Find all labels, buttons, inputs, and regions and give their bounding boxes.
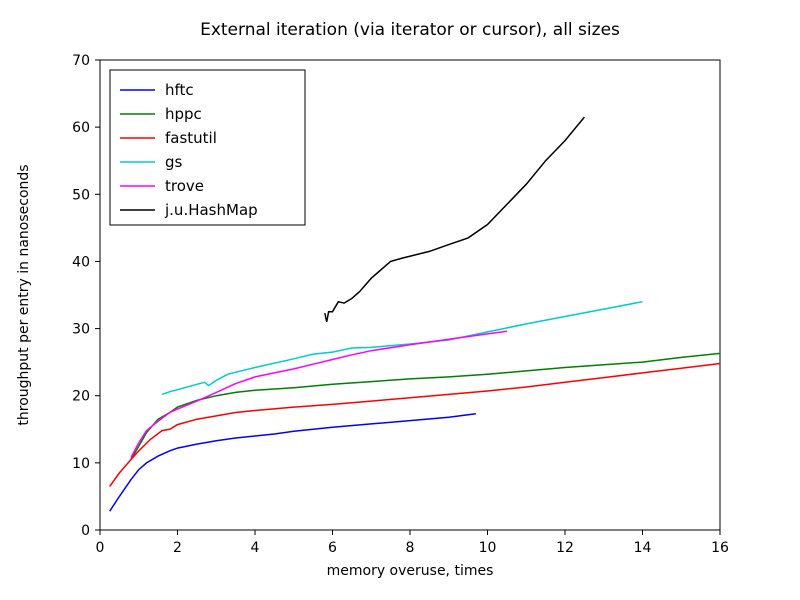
x-tick-label: 4 xyxy=(251,540,260,556)
y-tick-label: 0 xyxy=(81,523,90,539)
legend-label: j.u.HashMap xyxy=(164,201,258,219)
x-tick-label: 8 xyxy=(406,540,415,556)
legend-label: hftc xyxy=(165,81,194,99)
y-tick-label: 40 xyxy=(72,254,90,270)
legend-label: fastutil xyxy=(165,129,217,147)
x-tick-label: 2 xyxy=(173,540,182,556)
legend-label: hppc xyxy=(165,105,202,123)
x-tick-label: 14 xyxy=(634,540,652,556)
series-j-u-hashmap xyxy=(325,117,585,322)
x-tick-label: 0 xyxy=(96,540,105,556)
series-gs xyxy=(162,302,643,395)
legend-label: gs xyxy=(165,153,183,171)
series-fastutil xyxy=(110,364,720,487)
series-hppc xyxy=(131,353,720,459)
y-tick-label: 30 xyxy=(72,322,90,338)
y-axis-ticks: 0 10 20 30 40 50 60 70 xyxy=(72,53,100,539)
y-tick-label: 60 xyxy=(72,120,90,136)
line-chart: External iteration (via iterator or curs… xyxy=(0,0,800,600)
y-axis-label: throughput per entry in nanoseconds xyxy=(16,164,32,425)
y-tick-label: 10 xyxy=(72,456,90,472)
x-tick-label: 16 xyxy=(711,540,729,556)
y-tick-label: 50 xyxy=(72,187,90,203)
x-axis-label: memory overuse, times xyxy=(327,563,494,579)
y-tick-label: 20 xyxy=(72,389,90,405)
legend-label: trove xyxy=(165,177,204,195)
x-tick-label: 10 xyxy=(479,540,497,556)
x-tick-label: 6 xyxy=(328,540,337,556)
x-axis-ticks: 0 2 4 6 8 10 12 14 16 xyxy=(96,530,729,556)
series-hftc xyxy=(110,414,476,511)
chart-title: External iteration (via iterator or curs… xyxy=(200,20,620,40)
x-tick-label: 12 xyxy=(556,540,574,556)
legend: hftc hppc fastutil gs trove j.u.HashMap xyxy=(110,70,305,225)
y-tick-label: 70 xyxy=(72,53,90,69)
